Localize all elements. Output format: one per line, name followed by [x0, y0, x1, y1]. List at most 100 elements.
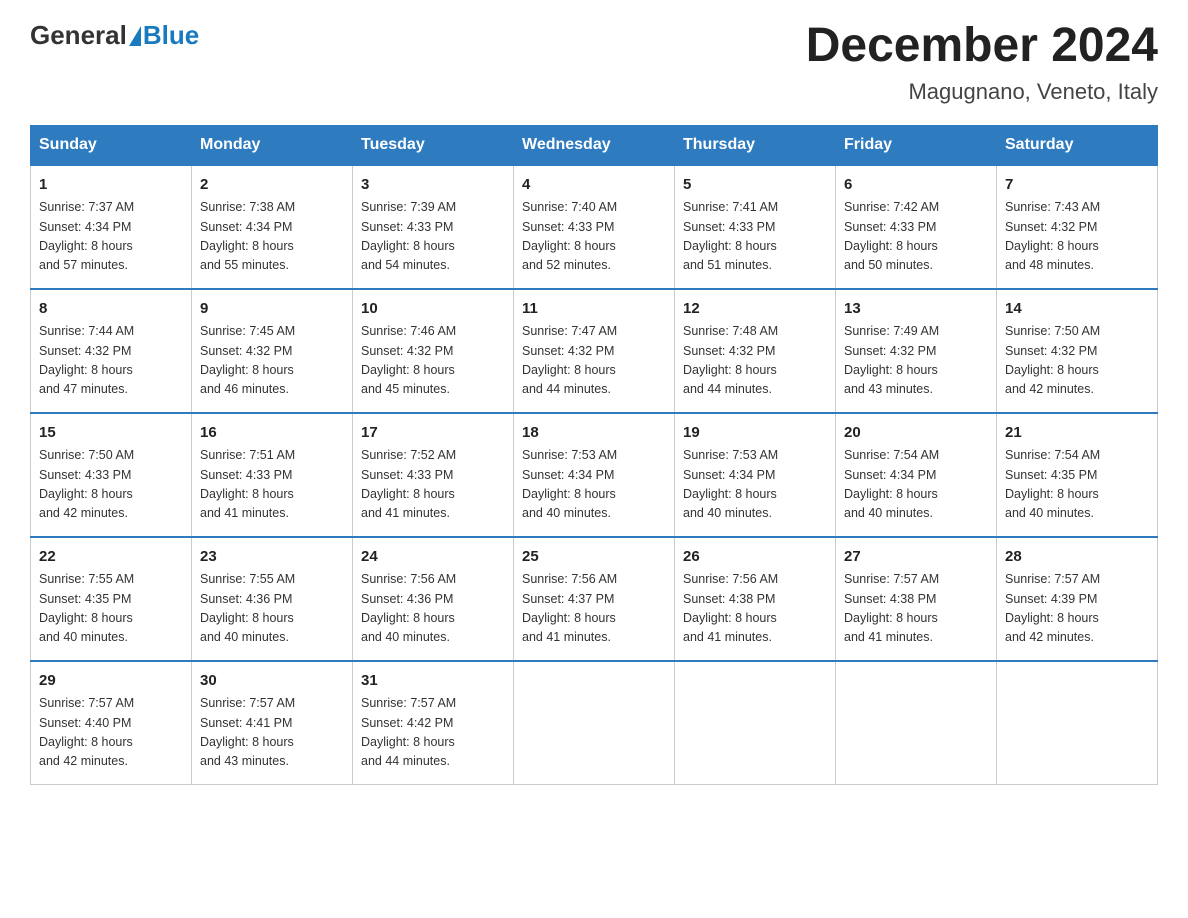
- calendar-cell: 17Sunrise: 7:52 AMSunset: 4:33 PMDayligh…: [353, 413, 514, 537]
- day-info: Sunrise: 7:55 AMSunset: 4:35 PMDaylight:…: [39, 570, 183, 648]
- calendar-cell: 9Sunrise: 7:45 AMSunset: 4:32 PMDaylight…: [192, 289, 353, 413]
- day-info: Sunrise: 7:57 AMSunset: 4:42 PMDaylight:…: [361, 694, 505, 772]
- day-number: 28: [1005, 546, 1149, 569]
- calendar-cell: 13Sunrise: 7:49 AMSunset: 4:32 PMDayligh…: [836, 289, 997, 413]
- day-info: Sunrise: 7:49 AMSunset: 4:32 PMDaylight:…: [844, 322, 988, 400]
- day-info: Sunrise: 7:56 AMSunset: 4:38 PMDaylight:…: [683, 570, 827, 648]
- day-info: Sunrise: 7:53 AMSunset: 4:34 PMDaylight:…: [683, 446, 827, 524]
- day-number: 27: [844, 546, 988, 569]
- calendar-cell: 30Sunrise: 7:57 AMSunset: 4:41 PMDayligh…: [192, 661, 353, 785]
- header-cell-friday: Friday: [836, 125, 997, 165]
- day-info: Sunrise: 7:54 AMSunset: 4:34 PMDaylight:…: [844, 446, 988, 524]
- day-info: Sunrise: 7:57 AMSunset: 4:39 PMDaylight:…: [1005, 570, 1149, 648]
- day-info: Sunrise: 7:50 AMSunset: 4:32 PMDaylight:…: [1005, 322, 1149, 400]
- day-info: Sunrise: 7:50 AMSunset: 4:33 PMDaylight:…: [39, 446, 183, 524]
- day-number: 14: [1005, 298, 1149, 321]
- calendar-table: SundayMondayTuesdayWednesdayThursdayFrid…: [30, 125, 1158, 785]
- calendar-cell: 4Sunrise: 7:40 AMSunset: 4:33 PMDaylight…: [514, 165, 675, 289]
- title-area: December 2024 Magugnano, Veneto, Italy: [806, 20, 1158, 105]
- header-cell-monday: Monday: [192, 125, 353, 165]
- calendar-cell: 21Sunrise: 7:54 AMSunset: 4:35 PMDayligh…: [997, 413, 1158, 537]
- calendar-cell: 5Sunrise: 7:41 AMSunset: 4:33 PMDaylight…: [675, 165, 836, 289]
- day-number: 6: [844, 174, 988, 197]
- calendar-cell: 20Sunrise: 7:54 AMSunset: 4:34 PMDayligh…: [836, 413, 997, 537]
- day-number: 15: [39, 422, 183, 445]
- day-info: Sunrise: 7:51 AMSunset: 4:33 PMDaylight:…: [200, 446, 344, 524]
- day-number: 21: [1005, 422, 1149, 445]
- day-number: 9: [200, 298, 344, 321]
- day-number: 19: [683, 422, 827, 445]
- day-number: 8: [39, 298, 183, 321]
- calendar-week-2: 8Sunrise: 7:44 AMSunset: 4:32 PMDaylight…: [31, 289, 1158, 413]
- day-info: Sunrise: 7:56 AMSunset: 4:37 PMDaylight:…: [522, 570, 666, 648]
- day-info: Sunrise: 7:37 AMSunset: 4:34 PMDaylight:…: [39, 198, 183, 276]
- calendar-cell: [997, 661, 1158, 785]
- day-info: Sunrise: 7:43 AMSunset: 4:32 PMDaylight:…: [1005, 198, 1149, 276]
- day-info: Sunrise: 7:39 AMSunset: 4:33 PMDaylight:…: [361, 198, 505, 276]
- calendar-week-5: 29Sunrise: 7:57 AMSunset: 4:40 PMDayligh…: [31, 661, 1158, 785]
- day-info: Sunrise: 7:41 AMSunset: 4:33 PMDaylight:…: [683, 198, 827, 276]
- logo: General Blue: [30, 20, 199, 51]
- calendar-cell: 19Sunrise: 7:53 AMSunset: 4:34 PMDayligh…: [675, 413, 836, 537]
- day-info: Sunrise: 7:40 AMSunset: 4:33 PMDaylight:…: [522, 198, 666, 276]
- day-number: 17: [361, 422, 505, 445]
- day-number: 18: [522, 422, 666, 445]
- day-number: 23: [200, 546, 344, 569]
- header-cell-sunday: Sunday: [31, 125, 192, 165]
- day-number: 11: [522, 298, 666, 321]
- header-cell-saturday: Saturday: [997, 125, 1158, 165]
- day-number: 5: [683, 174, 827, 197]
- day-info: Sunrise: 7:44 AMSunset: 4:32 PMDaylight:…: [39, 322, 183, 400]
- calendar-week-3: 15Sunrise: 7:50 AMSunset: 4:33 PMDayligh…: [31, 413, 1158, 537]
- header-row: SundayMondayTuesdayWednesdayThursdayFrid…: [31, 125, 1158, 165]
- day-info: Sunrise: 7:56 AMSunset: 4:36 PMDaylight:…: [361, 570, 505, 648]
- calendar-cell: 18Sunrise: 7:53 AMSunset: 4:34 PMDayligh…: [514, 413, 675, 537]
- day-number: 3: [361, 174, 505, 197]
- calendar-cell: 15Sunrise: 7:50 AMSunset: 4:33 PMDayligh…: [31, 413, 192, 537]
- calendar-cell: 12Sunrise: 7:48 AMSunset: 4:32 PMDayligh…: [675, 289, 836, 413]
- day-info: Sunrise: 7:57 AMSunset: 4:38 PMDaylight:…: [844, 570, 988, 648]
- day-info: Sunrise: 7:47 AMSunset: 4:32 PMDaylight:…: [522, 322, 666, 400]
- day-number: 22: [39, 546, 183, 569]
- calendar-cell: 3Sunrise: 7:39 AMSunset: 4:33 PMDaylight…: [353, 165, 514, 289]
- calendar-cell: 24Sunrise: 7:56 AMSunset: 4:36 PMDayligh…: [353, 537, 514, 661]
- calendar-cell: 26Sunrise: 7:56 AMSunset: 4:38 PMDayligh…: [675, 537, 836, 661]
- day-number: 10: [361, 298, 505, 321]
- calendar-cell: 8Sunrise: 7:44 AMSunset: 4:32 PMDaylight…: [31, 289, 192, 413]
- calendar-cell: 2Sunrise: 7:38 AMSunset: 4:34 PMDaylight…: [192, 165, 353, 289]
- calendar-cell: 23Sunrise: 7:55 AMSunset: 4:36 PMDayligh…: [192, 537, 353, 661]
- header-cell-wednesday: Wednesday: [514, 125, 675, 165]
- day-number: 13: [844, 298, 988, 321]
- day-info: Sunrise: 7:53 AMSunset: 4:34 PMDaylight:…: [522, 446, 666, 524]
- calendar-cell: 29Sunrise: 7:57 AMSunset: 4:40 PMDayligh…: [31, 661, 192, 785]
- day-info: Sunrise: 7:46 AMSunset: 4:32 PMDaylight:…: [361, 322, 505, 400]
- day-info: Sunrise: 7:52 AMSunset: 4:33 PMDaylight:…: [361, 446, 505, 524]
- day-info: Sunrise: 7:54 AMSunset: 4:35 PMDaylight:…: [1005, 446, 1149, 524]
- calendar-cell: 31Sunrise: 7:57 AMSunset: 4:42 PMDayligh…: [353, 661, 514, 785]
- day-info: Sunrise: 7:48 AMSunset: 4:32 PMDaylight:…: [683, 322, 827, 400]
- day-number: 7: [1005, 174, 1149, 197]
- calendar-cell: 7Sunrise: 7:43 AMSunset: 4:32 PMDaylight…: [997, 165, 1158, 289]
- calendar-cell: 6Sunrise: 7:42 AMSunset: 4:33 PMDaylight…: [836, 165, 997, 289]
- day-number: 30: [200, 670, 344, 693]
- day-number: 1: [39, 174, 183, 197]
- calendar-week-1: 1Sunrise: 7:37 AMSunset: 4:34 PMDaylight…: [31, 165, 1158, 289]
- day-info: Sunrise: 7:55 AMSunset: 4:36 PMDaylight:…: [200, 570, 344, 648]
- logo-triangle-icon: [129, 26, 141, 46]
- header-cell-thursday: Thursday: [675, 125, 836, 165]
- day-number: 4: [522, 174, 666, 197]
- calendar-cell: 28Sunrise: 7:57 AMSunset: 4:39 PMDayligh…: [997, 537, 1158, 661]
- calendar-header: SundayMondayTuesdayWednesdayThursdayFrid…: [31, 125, 1158, 165]
- calendar-week-4: 22Sunrise: 7:55 AMSunset: 4:35 PMDayligh…: [31, 537, 1158, 661]
- calendar-cell: [836, 661, 997, 785]
- header-cell-tuesday: Tuesday: [353, 125, 514, 165]
- day-number: 31: [361, 670, 505, 693]
- logo-blue-text: Blue: [143, 20, 199, 51]
- day-info: Sunrise: 7:57 AMSunset: 4:40 PMDaylight:…: [39, 694, 183, 772]
- day-info: Sunrise: 7:42 AMSunset: 4:33 PMDaylight:…: [844, 198, 988, 276]
- calendar-cell: 10Sunrise: 7:46 AMSunset: 4:32 PMDayligh…: [353, 289, 514, 413]
- calendar-cell: 11Sunrise: 7:47 AMSunset: 4:32 PMDayligh…: [514, 289, 675, 413]
- calendar-body: 1Sunrise: 7:37 AMSunset: 4:34 PMDaylight…: [31, 165, 1158, 785]
- day-number: 20: [844, 422, 988, 445]
- calendar-cell: 25Sunrise: 7:56 AMSunset: 4:37 PMDayligh…: [514, 537, 675, 661]
